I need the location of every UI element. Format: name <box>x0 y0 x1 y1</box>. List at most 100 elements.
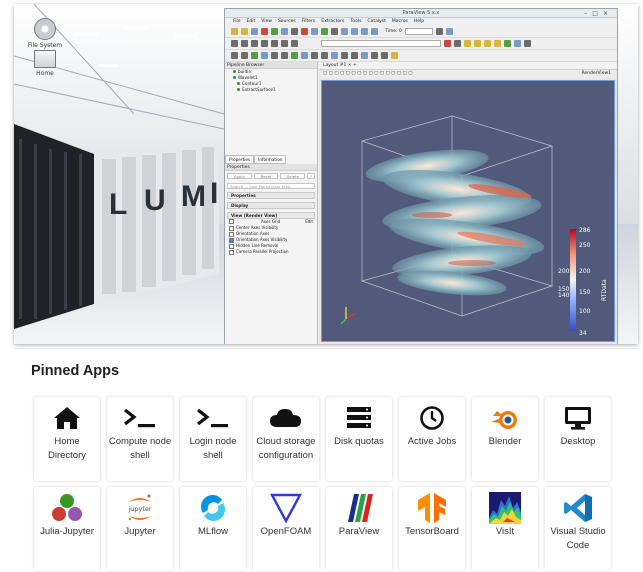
menu-tools[interactable]: Tools <box>350 18 361 26</box>
colorbar-tick: 34 <box>579 330 587 337</box>
toolbar-button[interactable] <box>271 40 278 47</box>
toolbar-button[interactable] <box>361 52 368 59</box>
app-tile-mlflow[interactable]: MLflow <box>180 487 246 571</box>
toolbar-button[interactable] <box>271 52 278 59</box>
toolbar-button[interactable] <box>454 40 461 47</box>
terminal-icon <box>180 401 246 435</box>
toolbar-button[interactable] <box>261 40 268 47</box>
layout-tab[interactable]: Layout #1 × + <box>319 62 617 70</box>
toolbar-button[interactable] <box>281 28 288 35</box>
app-tile-cloud-storage[interactable]: Cloud storage configuration <box>253 397 319 481</box>
section-view[interactable]: View (Render View) <box>227 212 315 219</box>
menu-extractors[interactable]: Extractors <box>321 18 344 26</box>
toolbar-button[interactable] <box>321 52 328 59</box>
delete-button[interactable]: Delete <box>280 173 306 179</box>
menu-edit[interactable]: Edit <box>247 18 256 26</box>
app-tile-compute-node-shell[interactable]: Compute node shell <box>107 397 173 481</box>
toolbar-button[interactable] <box>351 28 358 35</box>
app-tile-login-node-shell[interactable]: Login node shell <box>180 397 246 481</box>
app-tile-visit[interactable]: VisIt <box>472 487 538 571</box>
toolbar-button[interactable] <box>241 40 248 47</box>
toolbar-button[interactable] <box>391 52 398 59</box>
toolbar-button[interactable] <box>504 40 511 47</box>
tab-information[interactable]: Information <box>254 155 287 164</box>
toolbar-button[interactable] <box>371 28 378 35</box>
app-tile-disk-quotas[interactable]: Disk quotas <box>326 397 392 481</box>
toolbar-button[interactable] <box>271 28 278 35</box>
toolbar-button[interactable] <box>231 28 238 35</box>
toolbar-button[interactable] <box>361 28 368 35</box>
toolbar-button[interactable] <box>311 52 318 59</box>
time-field[interactable] <box>404 28 433 35</box>
help-button[interactable]: ? <box>307 173 316 179</box>
app-tile-blender[interactable]: Blender <box>472 397 538 481</box>
toolbar-button[interactable] <box>281 52 288 59</box>
toolbar-button[interactable] <box>445 28 453 35</box>
app-tile-active-jobs[interactable]: Active Jobs <box>399 397 465 481</box>
toolbar-button[interactable] <box>251 28 258 35</box>
toolbar-button[interactable] <box>291 28 298 35</box>
apply-button[interactable]: Apply <box>227 173 252 179</box>
toolbar-button[interactable] <box>494 40 501 47</box>
app-tile-desktop[interactable]: Desktop <box>545 397 611 481</box>
app-tile-openfoam[interactable]: OpenFOAM <box>253 487 319 571</box>
toolbar-button[interactable] <box>291 40 298 47</box>
desktop-icon-filesystem[interactable]: File System <box>20 18 70 49</box>
app-tile-vscode[interactable]: Visual Studio Code <box>545 487 611 571</box>
toolbar-button[interactable] <box>435 28 443 35</box>
axes-grid-edit-button[interactable]: Edit <box>305 219 313 225</box>
properties-search-input[interactable]: Search ... (use Esc to clear text) <box>227 183 315 189</box>
toolbar-button[interactable] <box>524 40 531 47</box>
menu-macros[interactable]: Macros <box>392 18 408 26</box>
toolbar-button[interactable] <box>281 40 288 47</box>
render-view[interactable]: 286 250 200 200 150 140 150 100 34 RTDat… <box>321 80 615 342</box>
section-properties[interactable]: Properties <box>227 192 315 199</box>
view-tool-icons[interactable]: ▢ ▢ ▢ ▢ ▢ ▢ ▢ ▢ ▢ ▢ ▢ ▢ ▢ ▢ ▢ ▢ <box>323 70 412 78</box>
toolbar-button[interactable] <box>514 40 521 47</box>
toolbar-button[interactable] <box>241 28 248 35</box>
toolbar-button[interactable] <box>301 28 308 35</box>
pipeline-browser-header: Pipeline Browser <box>225 62 317 69</box>
toolbar-button[interactable] <box>444 40 451 47</box>
toolbar-button[interactable] <box>251 52 258 59</box>
toolbar-button[interactable] <box>371 52 378 59</box>
toolbar-button[interactable] <box>341 28 348 35</box>
toolbar-button[interactable] <box>351 52 358 59</box>
toolbar-button[interactable] <box>464 40 471 47</box>
toolbar-button[interactable] <box>231 40 238 47</box>
menu-sources[interactable]: Sources <box>278 18 296 26</box>
toolbar-button[interactable] <box>261 52 268 59</box>
menu-catalyst[interactable]: Catalyst <box>367 18 385 26</box>
app-tile-home-directory[interactable]: Home Directory <box>34 397 100 481</box>
app-tile-julia-jupyter[interactable]: Julia-Jupyter <box>34 487 100 571</box>
tab-properties[interactable]: Properties <box>225 155 255 164</box>
toolbar-button[interactable] <box>331 28 338 35</box>
window-controls[interactable]: –□× <box>584 9 613 18</box>
toolbar-button[interactable] <box>301 52 308 59</box>
representation-select[interactable] <box>321 40 441 47</box>
desktop-icon-home[interactable]: Home <box>20 50 70 77</box>
option-checkbox[interactable]: Camera Parallel Projection <box>225 249 317 255</box>
app-tile-tensorboard[interactable]: TensorBoard <box>399 487 465 571</box>
toolbar-button[interactable] <box>241 52 248 59</box>
menu-help[interactable]: Help <box>414 18 424 26</box>
toolbar-button[interactable] <box>484 40 491 47</box>
toolbar-button[interactable] <box>311 28 318 35</box>
toolbar-button[interactable] <box>261 28 268 35</box>
view-area: Layout #1 × + ▢ ▢ ▢ ▢ ▢ ▢ ▢ ▢ ▢ ▢ ▢ ▢ ▢ … <box>319 62 617 344</box>
toolbar-button[interactable] <box>251 40 258 47</box>
menu-filters[interactable]: Filters <box>302 18 316 26</box>
menu-view[interactable]: View <box>261 18 272 26</box>
app-tile-jupyter[interactable]: jupyter Jupyter <box>107 487 173 571</box>
toolbar-button[interactable] <box>474 40 481 47</box>
toolbar-button[interactable] <box>291 52 298 59</box>
reset-button[interactable]: Reset <box>253 173 279 179</box>
toolbar-button[interactable] <box>231 52 238 59</box>
app-tile-paraview[interactable]: ParaView <box>326 487 392 571</box>
menu-file[interactable]: File <box>233 18 241 26</box>
section-display[interactable]: Display <box>227 202 315 209</box>
toolbar-button[interactable] <box>341 52 348 59</box>
toolbar-button[interactable] <box>381 52 388 59</box>
toolbar-button[interactable] <box>331 52 338 59</box>
toolbar-button[interactable] <box>321 28 328 35</box>
